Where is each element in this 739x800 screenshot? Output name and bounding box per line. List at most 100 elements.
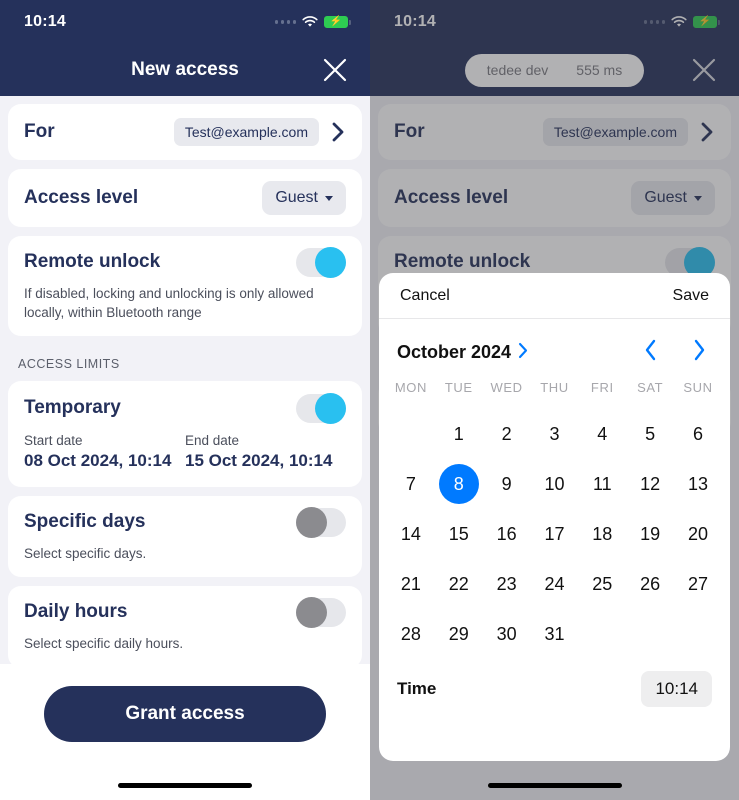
calendar-day-cell[interactable]: 5 xyxy=(626,409,674,459)
calendar-day-cell[interactable]: 27 xyxy=(674,559,722,609)
for-card[interactable]: For Test@example.com xyxy=(8,104,362,160)
date-picker-modal: Cancel Save October 2024 MON TUE WED THU… xyxy=(379,273,730,761)
access-level-value: Guest xyxy=(275,189,318,206)
month-selector[interactable]: October 2024 xyxy=(397,342,528,364)
calendar-day-number: 1 xyxy=(453,423,464,444)
calendar-day-cell[interactable]: 26 xyxy=(626,559,674,609)
access-level-row[interactable]: Access level Guest xyxy=(24,169,346,227)
calendar-day-cell[interactable]: 6 xyxy=(674,409,722,459)
calendar-day-cell[interactable]: 2 xyxy=(483,409,531,459)
calendar-day-cell[interactable]: 17 xyxy=(531,509,579,559)
calendar-day-number: 14 xyxy=(400,523,421,544)
specific-days-toggle[interactable] xyxy=(296,506,346,538)
calendar-day-cell[interactable]: 28 xyxy=(387,609,435,659)
calendar-day-cell[interactable]: 3 xyxy=(531,409,579,459)
grant-access-button[interactable]: Grant access xyxy=(44,686,326,742)
calendar-day-cell[interactable]: 24 xyxy=(531,559,579,609)
modal-header: Cancel Save xyxy=(379,273,730,319)
calendar-day-cell[interactable]: 13 xyxy=(674,459,722,509)
wifi-icon xyxy=(302,16,318,28)
chevron-right-icon[interactable] xyxy=(331,121,346,143)
calendar-day-cell[interactable]: 12 xyxy=(626,459,674,509)
temporary-card: Temporary Start date 08 Oct 2024, 10:14 … xyxy=(8,381,362,488)
calendar-day-number: 9 xyxy=(501,473,512,494)
calendar-day-cell[interactable]: 15 xyxy=(435,509,483,559)
calendar-day-number xyxy=(582,614,622,654)
for-value-chip[interactable]: Test@example.com xyxy=(173,118,319,146)
cancel-button[interactable]: Cancel xyxy=(400,287,450,305)
end-date-value[interactable]: 15 Oct 2024, 10:14 xyxy=(185,451,346,471)
calendar-day-number: 5 xyxy=(645,423,656,444)
calendar-day-number: 17 xyxy=(544,523,565,544)
access-level-card[interactable]: Access level Guest xyxy=(8,169,362,227)
calendar-day-number: 7 xyxy=(405,473,416,494)
calendar-day-number: 15 xyxy=(448,523,469,544)
remote-unlock-toggle[interactable] xyxy=(296,246,346,278)
bottom-action-bar: Grant access xyxy=(0,664,370,800)
calendar-day-cell[interactable]: 8 xyxy=(435,459,483,509)
calendar-day-number: 16 xyxy=(496,523,517,544)
temporary-row: Temporary xyxy=(24,381,346,435)
calendar-day-number: 13 xyxy=(687,473,708,494)
start-date-caption: Start date xyxy=(24,433,83,449)
end-date-field[interactable]: End date 15 Oct 2024, 10:14 xyxy=(185,433,346,471)
start-date-field[interactable]: Start date 08 Oct 2024, 10:14 xyxy=(24,433,185,471)
calendar-day-cell[interactable]: 16 xyxy=(483,509,531,559)
calendar-day-cell[interactable]: 29 xyxy=(435,609,483,659)
calendar-day-cell[interactable]: 10 xyxy=(531,459,579,509)
calendar-day-number: 12 xyxy=(640,473,661,494)
temporary-toggle[interactable] xyxy=(296,392,346,424)
calendar-empty-cell xyxy=(578,609,626,659)
calendar-day-number: 22 xyxy=(448,573,469,594)
calendar-day-cell[interactable]: 23 xyxy=(483,559,531,609)
calendar-day-cell[interactable]: 9 xyxy=(483,459,531,509)
remote-unlock-description: If disabled, locking and unlocking is on… xyxy=(24,286,314,321)
page-title: New access xyxy=(131,59,239,80)
save-button[interactable]: Save xyxy=(673,287,709,305)
start-date-value[interactable]: 08 Oct 2024, 10:14 xyxy=(24,451,185,471)
calendar-day-number: 27 xyxy=(687,573,708,594)
calendar-day-cell[interactable]: 31 xyxy=(531,609,579,659)
for-row[interactable]: For Test@example.com xyxy=(24,104,346,160)
for-label: For xyxy=(24,121,55,142)
calendar-day-cell[interactable]: 11 xyxy=(578,459,626,509)
calendar-day-number: 23 xyxy=(496,573,517,594)
battery-charging-icon: ⚡ xyxy=(324,16,351,28)
calendar-day-cell[interactable]: 22 xyxy=(435,559,483,609)
calendar-day-cell[interactable]: 7 xyxy=(387,459,435,509)
home-indicator xyxy=(118,783,252,788)
calendar-day-cell[interactable]: 30 xyxy=(483,609,531,659)
chevron-right-icon[interactable] xyxy=(518,342,528,364)
time-label: Time xyxy=(397,679,437,698)
calendar-empty-cell xyxy=(674,609,722,659)
weekday-label: SAT xyxy=(637,380,664,395)
dual-screen-comparison: 10:14 ⚡ New access For Test@example.com … xyxy=(0,0,739,800)
calendar-day-number: 24 xyxy=(544,573,565,594)
chevron-right-icon[interactable] xyxy=(692,338,706,367)
calendar-day-cell[interactable]: 25 xyxy=(578,559,626,609)
daily-hours-label: Daily hours xyxy=(24,601,128,623)
temporary-dates: Start date 08 Oct 2024, 10:14 End date 1… xyxy=(24,433,346,487)
calendar-day-cell[interactable]: 19 xyxy=(626,509,674,559)
chevron-left-icon[interactable] xyxy=(644,338,658,367)
access-level-select[interactable]: Guest xyxy=(262,181,346,215)
calendar-day-cell[interactable]: 20 xyxy=(674,509,722,559)
calendar-day-cell[interactable]: 1 xyxy=(435,409,483,459)
calendar-day-cell[interactable]: 18 xyxy=(578,509,626,559)
calendar-weekday-header: MON TUE WED THU FRI SAT SUN xyxy=(387,380,722,409)
weekday-label: FRI xyxy=(590,380,614,395)
calendar-day-cell[interactable]: 21 xyxy=(387,559,435,609)
calendar-day-cell[interactable]: 4 xyxy=(578,409,626,459)
daily-hours-toggle[interactable] xyxy=(296,596,346,628)
calendar-day-number: 2 xyxy=(501,423,512,444)
time-value-field[interactable]: 10:14 xyxy=(641,671,712,707)
month-title-text: October 2024 xyxy=(397,342,512,362)
calendar-week-row: 7 8 9 10 11 12 13 xyxy=(387,459,722,509)
close-icon[interactable] xyxy=(318,53,352,87)
access-level-label: Access level xyxy=(24,187,139,208)
calendar-day-number: 28 xyxy=(400,623,421,644)
calendar-week-row: 28 29 30 31 xyxy=(387,609,722,659)
calendar-day-number: 4 xyxy=(597,423,608,444)
remote-unlock-row: Remote unlock xyxy=(24,236,346,288)
calendar-day-cell[interactable]: 14 xyxy=(387,509,435,559)
